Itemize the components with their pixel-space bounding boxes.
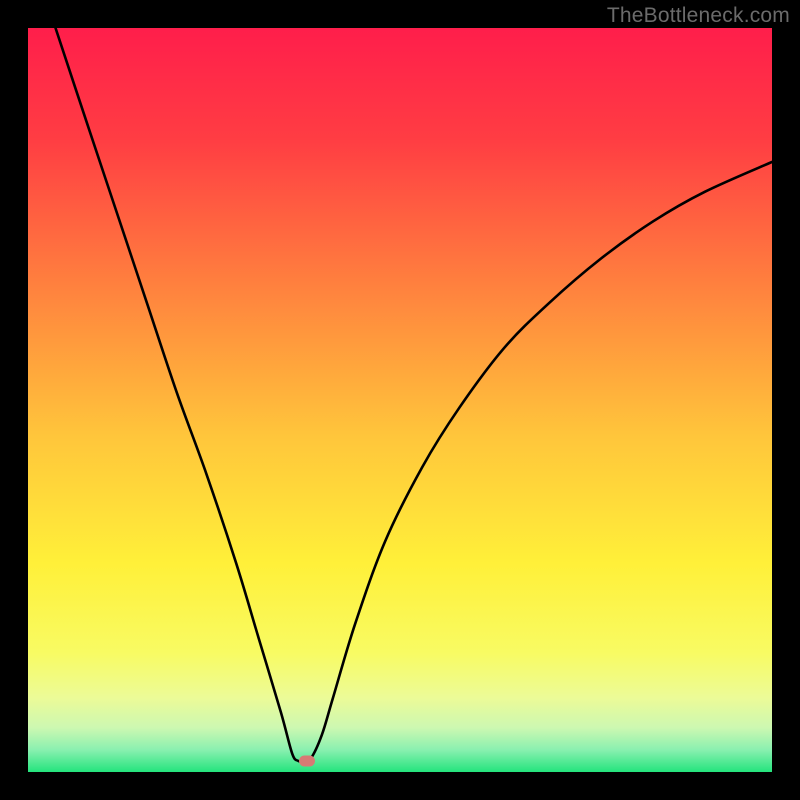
optimal-point-marker — [299, 755, 315, 766]
watermark-text: TheBottleneck.com — [607, 4, 790, 28]
background-gradient — [28, 28, 772, 772]
chart-area — [28, 28, 772, 772]
